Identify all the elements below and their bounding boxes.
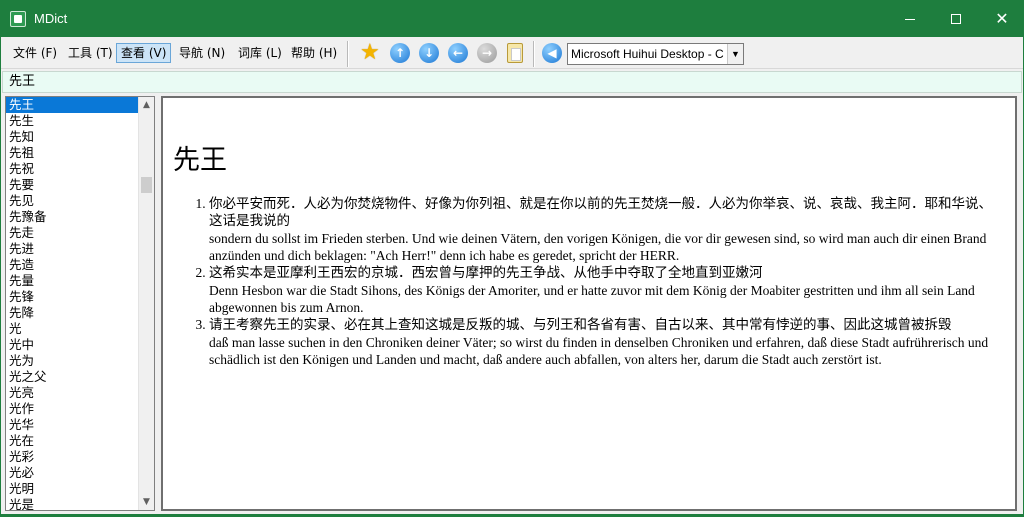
list-item[interactable]: 光亮 [6,385,154,401]
minimize-button[interactable] [887,1,933,37]
menu-navigate[interactable]: 导航 (N) [175,43,229,63]
clipboard-button[interactable] [504,42,526,64]
close-button[interactable]: ✕ [979,1,1024,37]
word-list-scrollbar[interactable]: ▲ ▼ [138,97,154,510]
chinese-text: 你必平安而死．人必为你焚烧物件、好像为你列祖、就是在你以前的先王焚烧一般．人必为… [209,196,992,229]
list-item[interactable]: 光彩 [6,449,154,465]
arrow-left-icon: ← [448,43,468,63]
menu-toolbar: 文件 (F) 工具 (T) 查看 (V) 导航 (N) 词库 (L) 帮助 (H… [1,37,1023,69]
scrollbar-thumb[interactable] [141,177,152,193]
star-icon: ★ [360,40,380,65]
chevron-down-icon[interactable]: ▼ [727,44,743,64]
definition-item: 请王考察先王的实录、必在其上查知这城是反叛的城、与列王和各省有害、自古以来、其中… [209,316,1005,368]
search-input[interactable]: 先王 [2,71,1022,93]
arrow-down-icon: ↓ [419,43,439,63]
forward-button[interactable]: → [476,42,498,64]
list-item[interactable]: 光 [6,321,154,337]
list-item[interactable]: 先祝 [6,161,154,177]
list-item[interactable]: 光作 [6,401,154,417]
german-text: Denn Hesbon war die Stadt Sihons, des Kö… [209,283,975,315]
toolbar-separator [347,41,349,67]
menu-tools[interactable]: 工具 (T) [64,43,117,63]
list-item[interactable]: 先生 [6,113,154,129]
mdict-app-icon [10,11,26,27]
back-button[interactable]: ← [447,42,469,64]
definition-list: 你必平安而死．人必为你焚烧物件、好像为你列祖、就是在你以前的先王焚烧一般．人必为… [173,195,1005,368]
list-item[interactable]: 先造 [6,257,154,273]
list-item[interactable]: 先王 [6,97,138,113]
list-item[interactable]: 光华 [6,417,154,433]
arrow-right-icon: → [477,43,497,63]
list-item[interactable]: 先进 [6,241,154,257]
list-item[interactable]: 先降 [6,305,154,321]
window-title: MDict [34,11,68,26]
chevron-up-icon[interactable]: ▲ [139,97,154,113]
definition-pane: 先王 你必平安而死．人必为你焚烧物件、好像为你列祖、就是在你以前的先王焚烧一般．… [161,96,1017,511]
maximize-button[interactable] [933,1,979,37]
chinese-text: 请王考察先王的实录、必在其上查知这城是反叛的城、与列王和各省有害、自古以来、其中… [209,317,952,333]
list-item[interactable]: 光中 [6,337,154,353]
title-bar: MDict ✕ [1,1,1023,37]
menu-view[interactable]: 查看 (V) [116,43,172,63]
list-item[interactable]: 先要 [6,177,154,193]
list-item[interactable]: 先知 [6,129,154,145]
german-text: daß man lasse suchen in den Chroniken de… [209,335,989,367]
list-item[interactable]: 先祖 [6,145,154,161]
voice-select-value: Microsoft Huihui Desktop - C [571,47,724,61]
list-item[interactable]: 光为 [6,353,154,369]
list-item[interactable]: 光在 [6,433,154,449]
list-item[interactable]: 先锋 [6,289,154,305]
voice-select[interactable]: Microsoft Huihui Desktop - C ▼ [567,43,744,65]
toolbar-separator-2 [533,41,535,67]
list-item[interactable]: 光之父 [6,369,154,385]
minimize-icon [905,18,915,20]
list-item[interactable]: 光是 [6,497,154,510]
close-icon: ✕ [995,9,1009,28]
list-item[interactable]: 先豫备 [6,209,154,225]
mdict-window: MDict ✕ 文件 (F) 工具 (T) 查看 (V) 导航 (N) 词库 (… [0,0,1024,517]
favorite-button[interactable]: ★ [360,42,382,64]
word-list[interactable]: 先王 先生 先知 先祖 先祝 先要 先见 先豫备 先走 先进 先造 先量 先锋 … [5,96,155,511]
clipboard-icon [507,43,523,63]
german-text: sondern du sollst im Frieden sterben. Un… [209,231,987,263]
menu-file[interactable]: 文件 (F) [9,43,61,63]
list-item[interactable]: 先见 [6,193,154,209]
list-item[interactable]: 光必 [6,465,154,481]
definition-item: 你必平安而死．人必为你焚烧物件、好像为你列祖、就是在你以前的先王焚烧一般．人必为… [209,195,1005,264]
list-item[interactable]: 先走 [6,225,154,241]
list-item[interactable]: 光明 [6,481,154,497]
list-item[interactable]: 先量 [6,273,154,289]
chinese-text: 这希实本是亚摩利王西宏的京城．西宏曾与摩押的先王争战、从他手中夺取了全地直到亚嫩… [209,265,763,281]
scroll-down-button[interactable]: ↓ [418,42,440,64]
menu-help[interactable]: 帮助 (H) [287,43,341,63]
maximize-icon [951,14,961,24]
speak-button[interactable]: ◀ [541,42,563,64]
headword: 先王 [173,145,227,176]
chevron-down-icon[interactable]: ▼ [139,494,154,510]
menu-library[interactable]: 词库 (L) [234,43,286,63]
definition-item: 这希实本是亚摩利王西宏的京城．西宏曾与摩押的先王争战、从他手中夺取了全地直到亚嫩… [209,264,1005,316]
scroll-up-button[interactable]: ↑ [389,42,411,64]
arrow-up-icon: ↑ [390,43,410,63]
speaker-icon: ◀ [542,43,562,63]
